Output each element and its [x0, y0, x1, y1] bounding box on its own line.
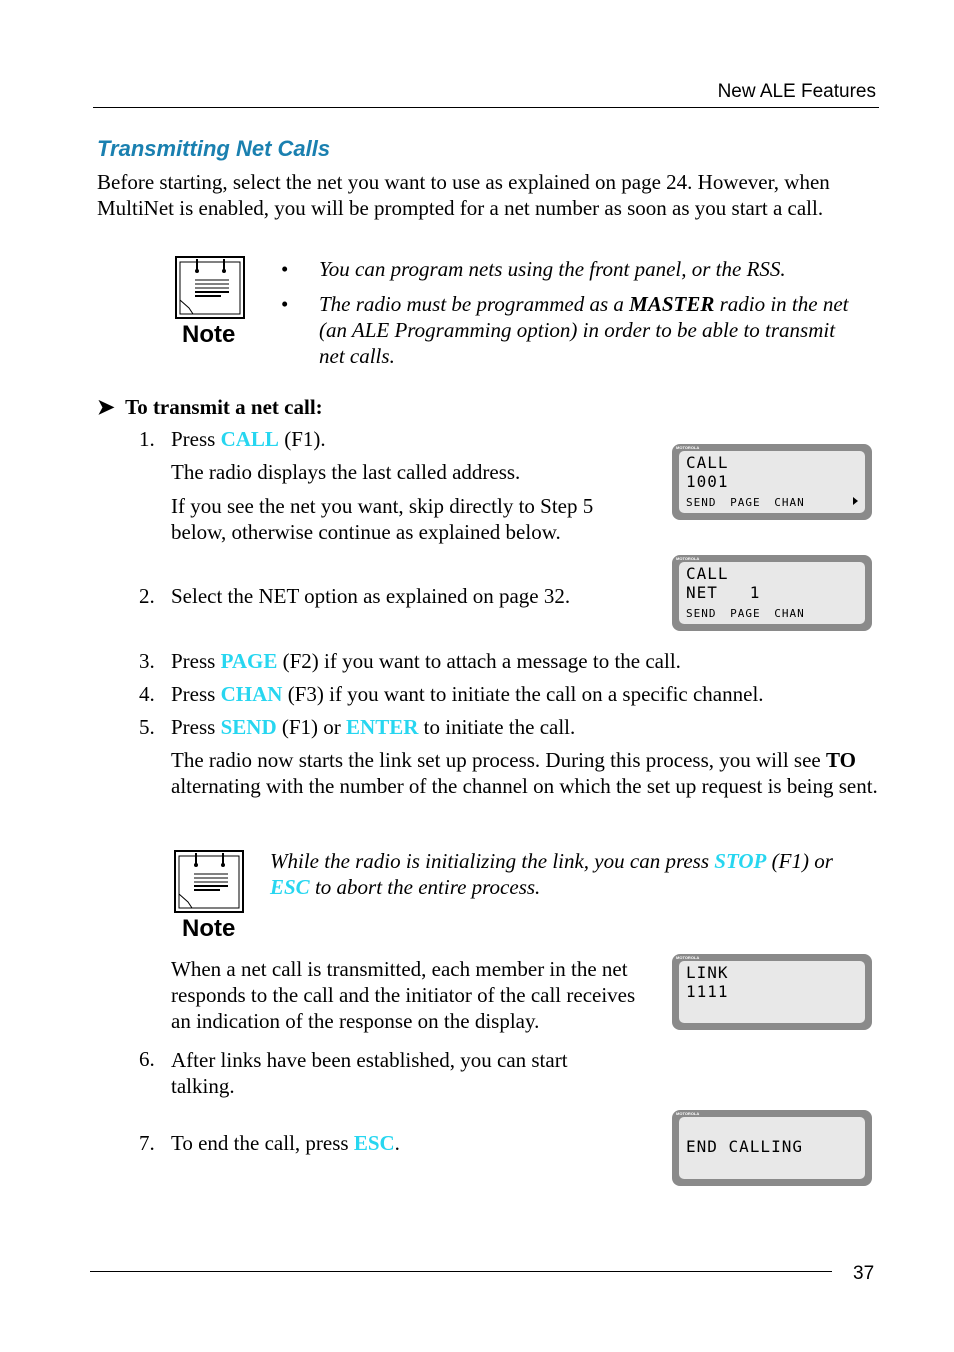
note-bullets: You can program nets using the front pan…	[281, 256, 861, 378]
step-number: 7.	[139, 1131, 155, 1155]
esc-key: ESC	[270, 875, 310, 899]
note-bullet: The radio must be programmed as a MASTER…	[281, 291, 861, 369]
note-2-text: While the radio is initializing the link…	[270, 849, 833, 899]
display-line-1: LINK	[686, 963, 729, 982]
esc-key: ESC	[353, 1131, 395, 1155]
display-line-1: CALL	[686, 564, 729, 583]
enter-key: ENTER	[346, 715, 419, 739]
arrow-icon: ➤	[97, 395, 115, 419]
step-1-detail-2: If you see the net you want, skip direct…	[171, 494, 594, 544]
radio-display-link: MOTOROLA LINK 1111	[672, 954, 872, 1030]
display-line-1: CALL	[686, 453, 729, 472]
step-6-text: After links have been established, you c…	[171, 1048, 568, 1098]
note-icon	[175, 256, 245, 325]
note-icon	[174, 850, 244, 919]
step-2-text: Select the NET option as explained on pa…	[171, 584, 571, 608]
step-5-detail: The radio now starts the link set up pro…	[171, 748, 878, 798]
motorola-logo: MOTOROLA	[676, 556, 700, 561]
procedure-heading: ➤ To transmit a net call:	[97, 395, 323, 419]
step-1-text: Press CALL (F1).	[171, 427, 326, 451]
step-number: 1.	[139, 427, 155, 451]
display-line-2: 1001	[686, 472, 729, 491]
send-key: SEND	[220, 715, 277, 739]
net-response-paragraph: When a net call is transmitted, each mem…	[171, 957, 636, 1033]
step-number: 4.	[139, 682, 155, 706]
step-number: 5.	[139, 715, 155, 739]
section-title: Transmitting Net Calls	[97, 136, 331, 161]
page-number: 37	[853, 1263, 875, 1284]
note-label: Note	[182, 915, 236, 942]
display-line-2: 1111	[686, 982, 729, 1001]
step-4-text: Press CHAN (F3) if you want to initiate …	[171, 682, 764, 706]
note-bullet: You can program nets using the front pan…	[281, 256, 861, 282]
step-number: 3.	[139, 649, 155, 673]
running-header: New ALE Features	[717, 81, 876, 102]
step-3-text: Press PAGE (F2) if you want to attach a …	[171, 649, 681, 673]
step-7-text: To end the call, press ESC.	[171, 1131, 400, 1155]
footer-rule	[90, 1271, 832, 1272]
display-line-1: END CALLING	[686, 1137, 803, 1156]
call-key: CALL	[220, 427, 279, 451]
page-key: PAGE	[220, 649, 278, 673]
header-rule	[93, 107, 879, 108]
display-line-2: NET 1	[686, 583, 761, 602]
step-number: 2.	[139, 584, 155, 608]
intro-paragraph: Before starting, select the net you want…	[97, 170, 830, 220]
step-number: 6.	[139, 1047, 155, 1071]
note-label: Note	[182, 321, 236, 348]
motorola-logo: MOTOROLA	[676, 955, 700, 960]
stop-key: STOP	[714, 849, 767, 873]
step-1-detail: The radio displays the last called addre…	[171, 460, 521, 484]
display-softkeys: SEND PAGE CHAN	[686, 496, 805, 509]
chan-key: CHAN	[220, 682, 283, 706]
display-softkeys: SEND PAGE CHAN	[686, 607, 805, 620]
motorola-logo: MOTOROLA	[676, 445, 700, 450]
motorola-logo: MOTOROLA	[676, 1111, 700, 1116]
more-arrow-icon	[853, 497, 858, 505]
radio-display-net: MOTOROLA CALL NET 1 SEND PAGE CHAN	[672, 555, 872, 631]
step-5-text: Press SEND (F1) or ENTER to initiate the…	[171, 715, 576, 739]
radio-display-end: MOTOROLA END CALLING	[672, 1110, 872, 1186]
radio-display-call: MOTOROLA CALL 1001 SEND PAGE CHAN	[672, 444, 872, 520]
